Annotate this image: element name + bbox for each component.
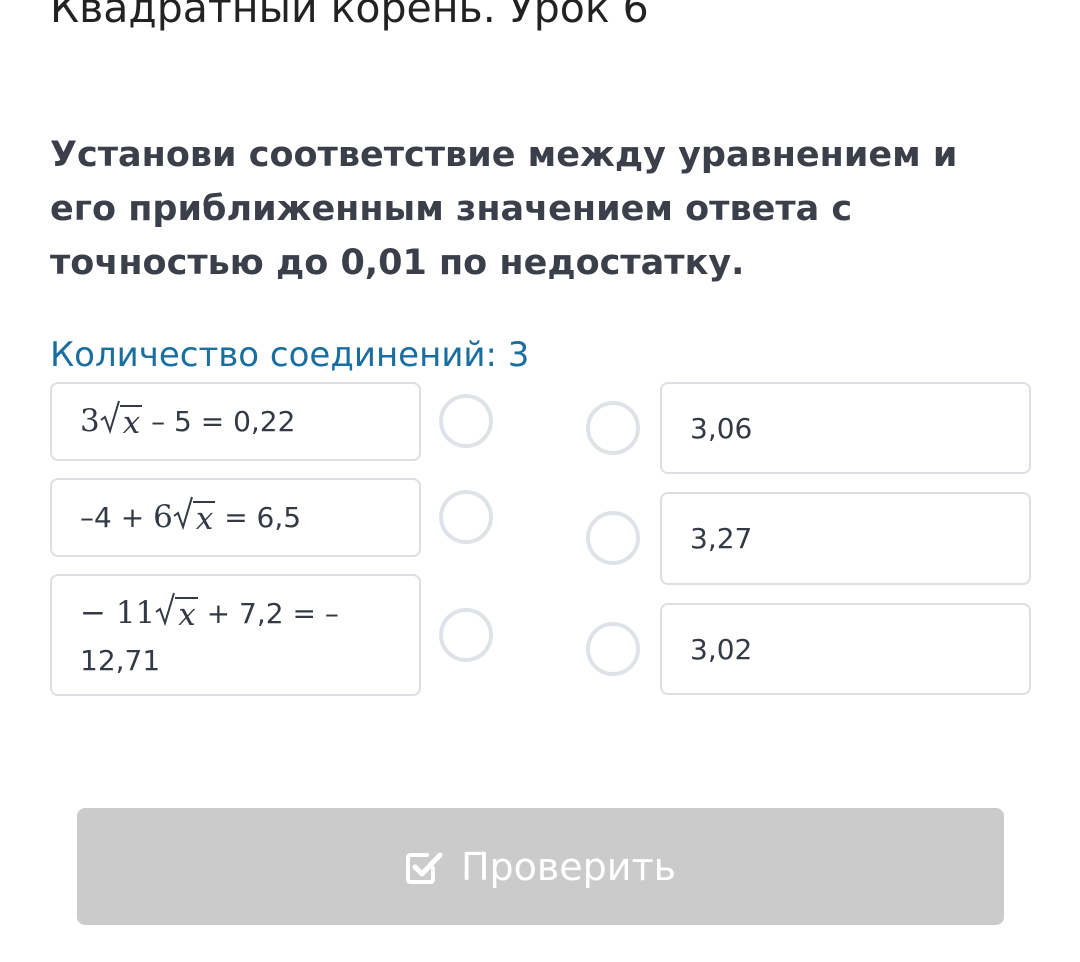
- equation-card-3[interactable]: − 11 x + 7,2 = – 12,71: [50, 574, 421, 696]
- connections-count: Количество соединений: 3: [50, 335, 530, 375]
- check-button[interactable]: Проверить: [77, 808, 1004, 925]
- sqrt-symbol: x: [100, 400, 143, 446]
- sqrt-symbol: x: [155, 592, 198, 638]
- check-button-label: Проверить: [460, 844, 677, 889]
- equation-rest: + 7,2 = –: [197, 597, 339, 630]
- left-connector-dot-2[interactable]: [439, 490, 493, 544]
- equation-card-1[interactable]: 3x – 5 = 0,22: [50, 382, 421, 461]
- answer-card-1[interactable]: 3,06: [660, 382, 1031, 474]
- task-text: Установи соответствие между уравнением и…: [50, 135, 958, 283]
- equation-coefficient: 3: [80, 403, 100, 439]
- answer-value: 3,06: [690, 411, 753, 445]
- answer-card-2[interactable]: 3,27: [660, 492, 1031, 585]
- left-connector-dot-1[interactable]: [439, 394, 493, 448]
- equation-rest: – 5 = 0,22: [142, 405, 296, 438]
- equation-rest-continued: 12,71: [80, 644, 161, 677]
- equation-coefficient: − 11: [80, 595, 156, 631]
- checkbox-check-icon: [405, 849, 443, 885]
- answer-value: 3,27: [690, 522, 753, 555]
- sqrt-symbol: x: [173, 496, 216, 542]
- equation-prefix: –4 +: [80, 501, 154, 534]
- page-title: Квадратный корень. Урок 6: [50, 0, 649, 32]
- radicand: x: [192, 501, 216, 535]
- right-connector-dot-2[interactable]: [586, 511, 640, 565]
- answer-value: 3,02: [690, 632, 753, 666]
- equation-coefficient: 6: [153, 499, 173, 535]
- equation-rest: = 6,5: [215, 501, 302, 534]
- answer-card-3[interactable]: 3,02: [660, 603, 1031, 695]
- left-connector-dot-3[interactable]: [439, 608, 493, 662]
- radicand: x: [119, 405, 143, 439]
- right-connector-dot-1[interactable]: [586, 401, 640, 455]
- right-connector-dot-3[interactable]: [586, 622, 640, 676]
- equation-card-2[interactable]: –4 + 6x = 6,5: [50, 478, 421, 557]
- radicand: x: [175, 597, 198, 631]
